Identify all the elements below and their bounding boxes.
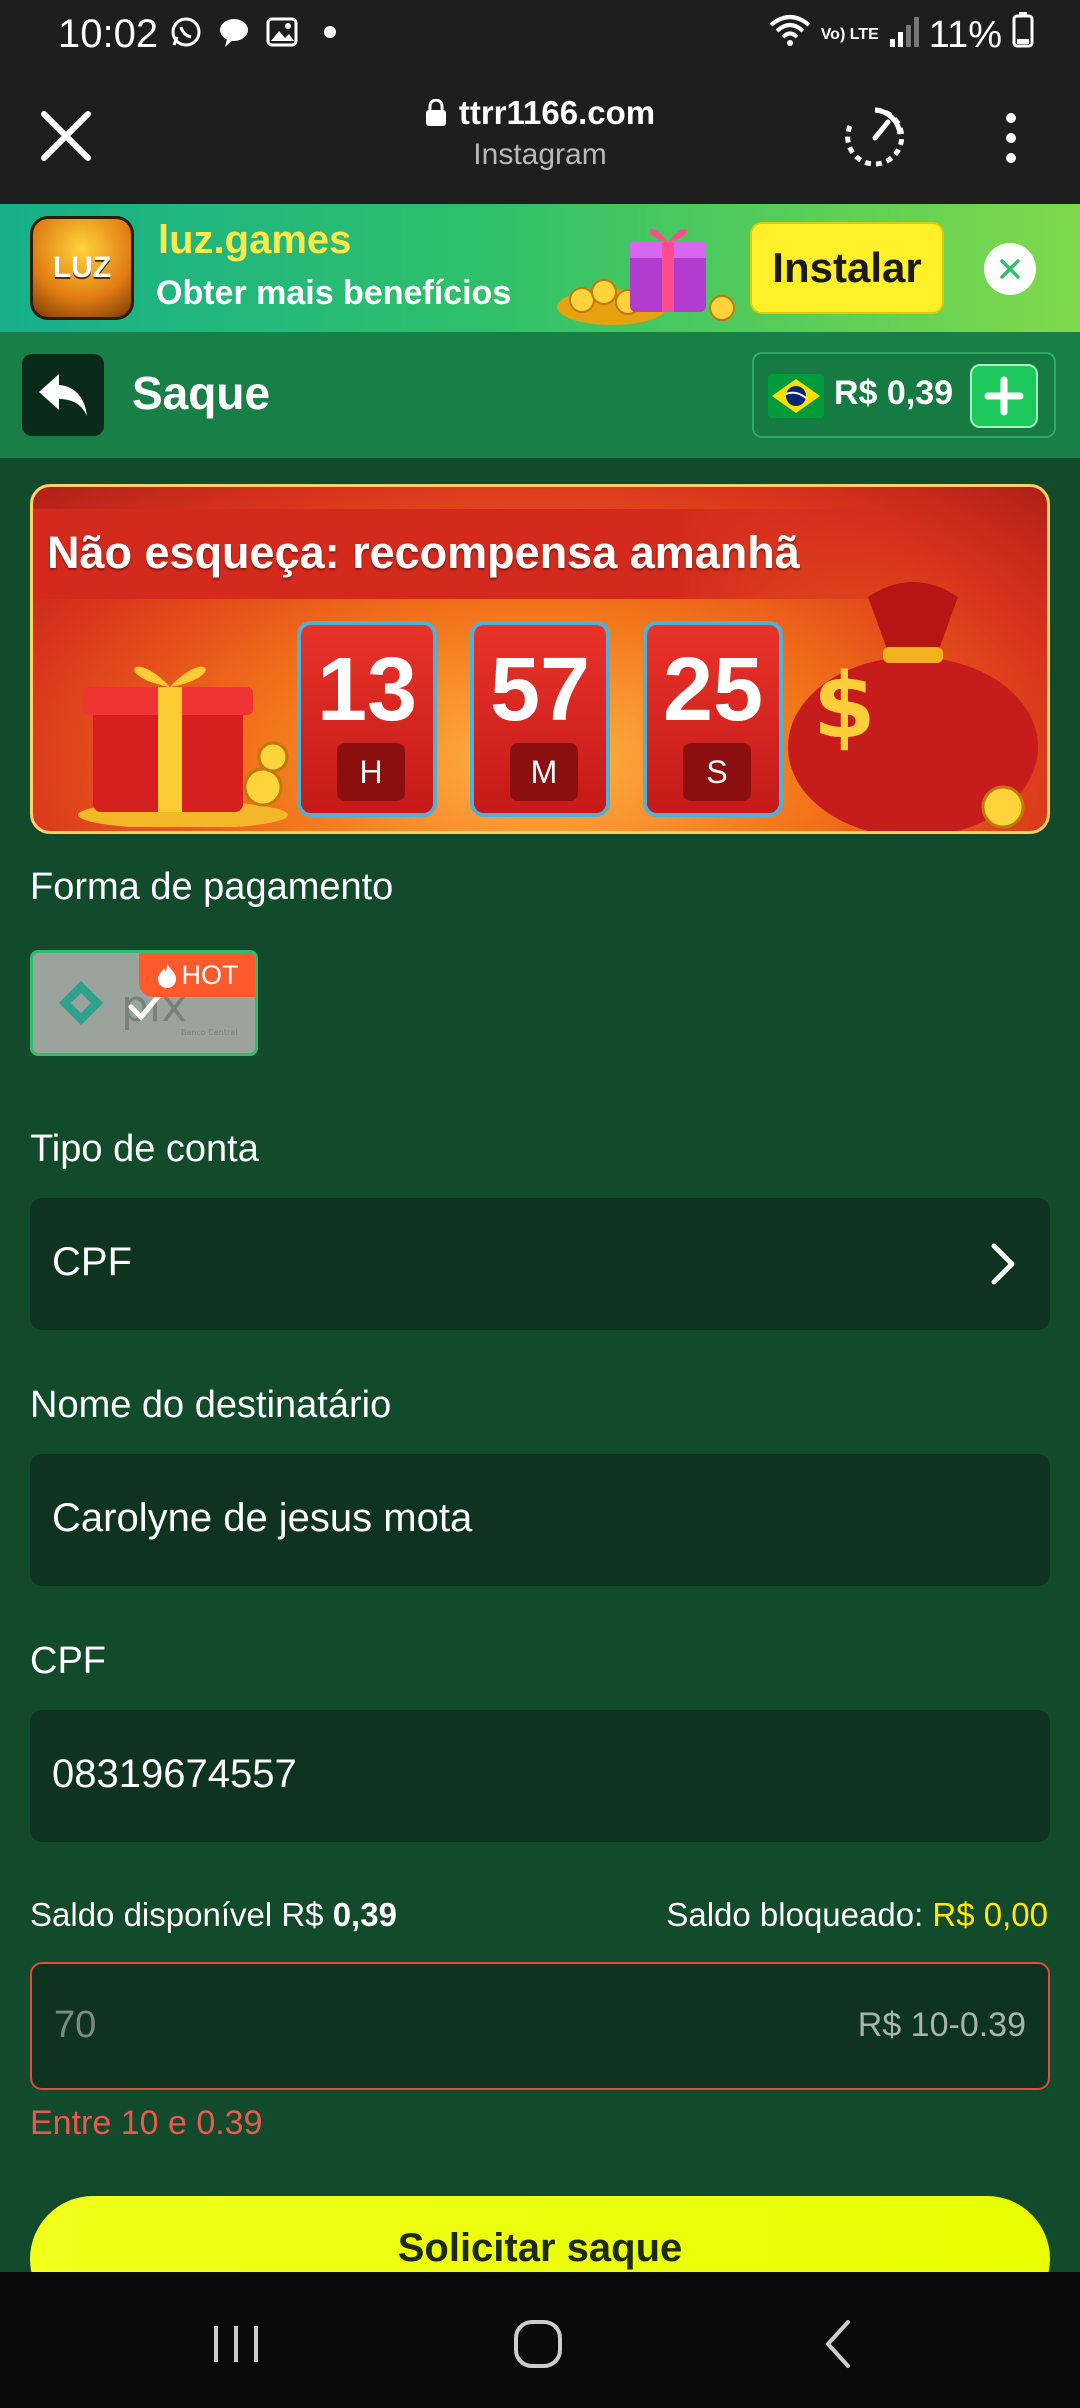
install-banner: LUZ luz.games Obter mais benefícios Inst… <box>0 204 1080 332</box>
fire-icon <box>157 963 176 988</box>
cpf-label: CPF <box>30 1640 106 1682</box>
back-button[interactable] <box>22 354 104 436</box>
amount-range-hint: R$ 10-0.39 <box>857 2006 1026 2044</box>
wifi-icon <box>769 13 811 57</box>
app-tagline: Obter mais benefícios <box>156 274 512 312</box>
account-type-label: Tipo de conta <box>30 1128 259 1170</box>
source-app-label: Instagram <box>473 138 607 171</box>
back-nav-icon[interactable] <box>810 2316 870 2372</box>
speedometer-icon[interactable] <box>842 104 908 170</box>
payment-method-label: Forma de pagamento <box>30 866 394 908</box>
system-navigation-bar <box>0 2272 1080 2408</box>
back-arrow-icon <box>39 374 87 416</box>
money-bag-icon: $ <box>788 582 1038 831</box>
brazil-flag-icon <box>768 374 824 418</box>
hot-badge: HOT <box>139 953 255 997</box>
countdown-hours: 13 H <box>297 621 437 817</box>
dismiss-banner-button[interactable] <box>984 243 1036 295</box>
amount-error-message: Entre 10 e 0.39 <box>30 2104 263 2142</box>
blocked-balance: Saldo bloqueado: R$ 0,00 <box>666 1896 1048 1933</box>
recipient-name-input[interactable]: Carolyne de jesus mota <box>30 1454 1050 1586</box>
recent-apps-icon[interactable] <box>206 2316 266 2372</box>
chat-icon <box>216 14 252 50</box>
browser-toolbar: ttrr1166.com Instagram <box>0 70 1080 204</box>
svg-text:$: $ <box>813 654 876 759</box>
signal-icon <box>889 14 919 57</box>
close-icon <box>1000 259 1020 279</box>
chevron-right-icon <box>991 1243 1015 1285</box>
home-icon[interactable] <box>508 2316 568 2372</box>
status-bar: 10:02 Vo) LTE 11% <box>0 0 1080 70</box>
install-button[interactable]: Instalar <box>750 222 944 314</box>
app-name: luz.games <box>158 218 352 262</box>
more-options-icon[interactable] <box>996 108 1026 168</box>
account-type-value: CPF <box>52 1240 132 1284</box>
battery-percent: 11% <box>928 13 1002 56</box>
withdraw-amount-input[interactable]: 70 R$ 10-0.39 <box>30 1962 1050 2090</box>
app-logo: LUZ <box>30 216 134 320</box>
battery-icon <box>1012 12 1034 58</box>
countdown-seconds: 25 S <box>643 621 783 817</box>
gift-box-icon <box>78 666 289 827</box>
svg-text:Banco Central: Banco Central <box>181 1028 237 1037</box>
account-type-select[interactable]: CPF <box>30 1198 1050 1330</box>
balance-amount: R$ 0,39 <box>834 374 954 412</box>
countdown-minutes: 57 M <box>470 621 610 817</box>
treasure-gift-icon <box>557 228 735 325</box>
plus-icon <box>984 376 1024 416</box>
recipient-name-label: Nome do destinatário <box>30 1384 392 1426</box>
available-balance: Saldo disponível R$ 0,39 <box>30 1896 397 1933</box>
deposit-button[interactable] <box>970 364 1038 428</box>
gallery-icon <box>264 14 300 50</box>
whatsapp-icon <box>168 14 204 50</box>
pix-payment-option[interactable]: pix Banco Central HOT <box>30 950 258 1056</box>
status-time: 10:02 <box>58 12 159 56</box>
balance-widget: R$ 0,39 <box>752 352 1056 438</box>
page-header: Saque R$ 0,39 <box>0 332 1080 458</box>
promo-title: Não esqueça: recompensa amanhã <box>47 527 800 578</box>
amount-placeholder: 70 <box>54 2004 97 2046</box>
reward-countdown-banner[interactable]: Não esqueça: recompensa amanhã $ 13 H 57… <box>30 484 1050 834</box>
url-text: ttrr1166.com <box>458 94 656 131</box>
lock-icon <box>425 99 446 126</box>
address-bar[interactable]: ttrr1166.com <box>425 94 655 132</box>
page-title: Saque <box>132 367 271 419</box>
dot-icon <box>312 14 348 50</box>
network-label: Vo) LTE <box>820 26 879 43</box>
cpf-input[interactable]: 08319674557 <box>30 1710 1050 1842</box>
